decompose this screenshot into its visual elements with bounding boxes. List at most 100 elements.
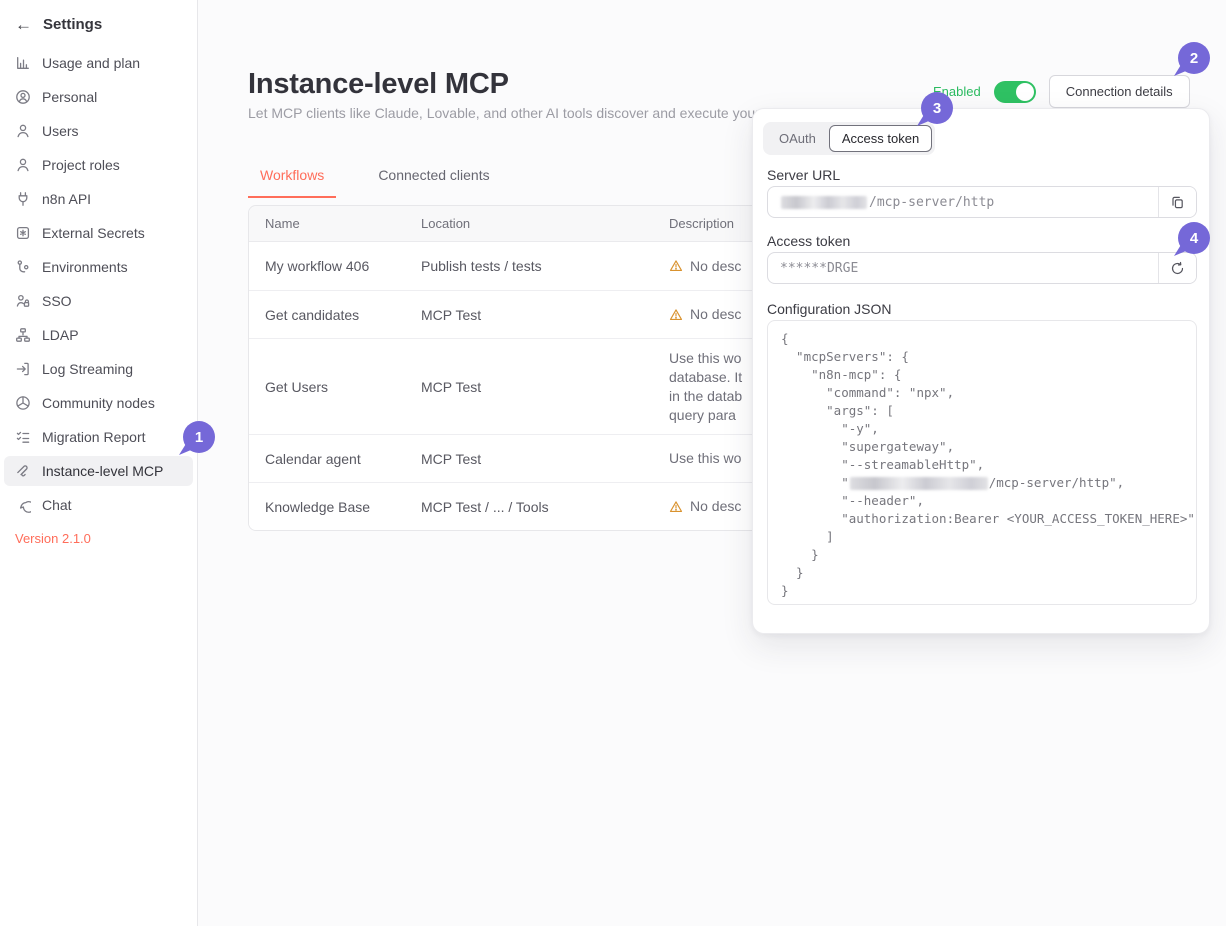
back-arrow-icon[interactable]: ← bbox=[15, 16, 32, 33]
server-url-label: Server URL bbox=[767, 167, 840, 183]
refresh-icon bbox=[1170, 261, 1185, 276]
vault-icon bbox=[15, 225, 31, 241]
redacted-server-host bbox=[781, 196, 867, 209]
config-json-line: "-y", bbox=[781, 420, 1183, 438]
sidebar-item-label: Personal bbox=[42, 89, 97, 105]
workflow-location: MCP Test bbox=[421, 451, 669, 467]
user-icon bbox=[15, 123, 31, 139]
annotation-badge-1: 1 bbox=[183, 421, 215, 453]
workflow-name: Knowledge Base bbox=[249, 499, 421, 515]
workflow-name: Calendar agent bbox=[249, 451, 421, 467]
git-branch-icon bbox=[15, 259, 31, 275]
description-text: Use this wo bbox=[669, 449, 741, 468]
access-token-label: Access token bbox=[767, 233, 850, 249]
sidebar-item-label: SSO bbox=[42, 293, 72, 309]
user-circle-icon bbox=[15, 89, 31, 105]
config-json-line: "supergateway", bbox=[781, 438, 1183, 456]
sidebar-item-label: Log Streaming bbox=[42, 361, 133, 377]
sidebar-item-usage-and-plan[interactable]: Usage and plan bbox=[4, 48, 193, 78]
settings-sidebar: ← Settings Usage and plan Personal Users Pr… bbox=[0, 0, 198, 926]
tab-workflows[interactable]: Workflows bbox=[248, 161, 336, 198]
configuration-json-box: { "mcpServers": { "n8n-mcp": { "command"… bbox=[767, 320, 1197, 605]
sidebar-item-label: Migration Report bbox=[42, 429, 146, 445]
tab-access-token[interactable]: Access token bbox=[829, 125, 932, 152]
enabled-toggle[interactable] bbox=[994, 81, 1036, 103]
annotation-badge-2: 2 bbox=[1178, 42, 1210, 74]
sidebar-item-label: Environments bbox=[42, 259, 128, 275]
description-text: No desc bbox=[690, 305, 741, 324]
warning-icon bbox=[669, 308, 683, 322]
config-json-line: { bbox=[781, 330, 1183, 348]
tab-oauth[interactable]: OAuth bbox=[766, 125, 829, 152]
sidebar-item-label: LDAP bbox=[42, 327, 79, 343]
sidebar-item-community-nodes[interactable]: Community nodes bbox=[4, 388, 193, 418]
annotation-badge-3: 3 bbox=[921, 92, 953, 124]
config-json-line: ] bbox=[781, 528, 1183, 546]
page-description: Let MCP clients like Claude, Lovable, an… bbox=[248, 105, 801, 121]
column-header-name: Name bbox=[249, 216, 421, 231]
config-json-line: "command": "npx", bbox=[781, 384, 1183, 402]
sidebar-nav: Usage and plan Personal Users Project roles… bbox=[0, 48, 197, 520]
sidebar-item-project-roles[interactable]: Project roles bbox=[4, 150, 193, 180]
workflow-name: My workflow 406 bbox=[249, 258, 421, 274]
user-icon bbox=[15, 157, 31, 173]
config-json-line: "args": [ bbox=[781, 402, 1183, 420]
chat-icon bbox=[15, 497, 31, 513]
workflow-location: MCP Test bbox=[421, 307, 669, 323]
config-json-line: "/mcp-server/http", bbox=[781, 474, 1183, 492]
sidebar-item-chat[interactable]: Chat bbox=[4, 490, 193, 520]
page-title: Instance-level MCP bbox=[248, 68, 509, 101]
sidebar-item-users[interactable]: Users bbox=[4, 116, 193, 146]
sidebar-item-label: n8n API bbox=[42, 191, 91, 207]
sidebar-item-external-secrets[interactable]: External Secrets bbox=[4, 218, 193, 248]
server-url-field[interactable]: /mcp-server/http bbox=[767, 186, 1197, 218]
sidebar-item-label: External Secrets bbox=[42, 225, 145, 241]
sidebar-item-label: Chat bbox=[42, 497, 72, 513]
workflow-name: Get Users bbox=[249, 379, 421, 395]
warning-icon bbox=[669, 259, 683, 273]
workflow-name: Get candidates bbox=[249, 307, 421, 323]
description-text: No desc bbox=[690, 497, 741, 516]
workflow-location: MCP Test bbox=[421, 379, 669, 395]
version-label: Version 2.1.0 bbox=[15, 531, 91, 546]
mcp-icon bbox=[15, 463, 31, 479]
sidebar-item-migration-report[interactable]: Migration Report bbox=[4, 422, 193, 452]
config-json-line: } bbox=[781, 546, 1183, 564]
server-url-value: /mcp-server/http bbox=[768, 187, 1158, 217]
workflow-location: Publish tests / tests bbox=[421, 258, 669, 274]
redacted-server-host bbox=[850, 477, 988, 490]
globe-icon bbox=[15, 395, 31, 411]
auth-method-switch: OAuth Access token bbox=[763, 122, 935, 155]
sidebar-item-sso[interactable]: SSO bbox=[4, 286, 193, 316]
config-json-line: "authorization:Bearer <YOUR_ACCESS_TOKEN… bbox=[781, 510, 1183, 528]
plug-icon bbox=[15, 191, 31, 207]
sidebar-item-personal[interactable]: Personal bbox=[4, 82, 193, 112]
annotation-badge-4: 4 bbox=[1178, 222, 1210, 254]
copy-icon bbox=[1170, 195, 1185, 210]
sidebar-item-label: Project roles bbox=[42, 157, 120, 173]
connection-details-button[interactable]: Connection details bbox=[1049, 75, 1190, 108]
workflow-location: MCP Test / ... / Tools bbox=[421, 499, 669, 515]
config-json-line: } bbox=[781, 564, 1183, 582]
sidebar-header: ← Settings bbox=[0, 0, 197, 44]
copy-server-url-button[interactable] bbox=[1158, 187, 1196, 217]
sidebar-item-instance-level-mcp[interactable]: Instance-level MCP bbox=[4, 456, 193, 486]
bar-chart-icon bbox=[15, 55, 31, 71]
description-text: No desc bbox=[690, 257, 741, 276]
sidebar-item-n8n-api[interactable]: n8n API bbox=[4, 184, 193, 214]
configuration-json-label: Configuration JSON bbox=[767, 301, 892, 317]
refresh-token-button[interactable] bbox=[1158, 253, 1196, 283]
hierarchy-icon bbox=[15, 327, 31, 343]
log-stream-icon bbox=[15, 361, 31, 377]
sidebar-item-label: Users bbox=[42, 123, 79, 139]
sidebar-item-label: Usage and plan bbox=[42, 55, 140, 71]
tab-connected-clients[interactable]: Connected clients bbox=[366, 161, 501, 198]
config-json-line: "mcpServers": { bbox=[781, 348, 1183, 366]
access-token-field[interactable]: ******DRGE bbox=[767, 252, 1197, 284]
sidebar-item-ldap[interactable]: LDAP bbox=[4, 320, 193, 350]
access-token-value: ******DRGE bbox=[768, 253, 1158, 283]
header-controls: Enabled Connection details bbox=[933, 75, 1190, 108]
config-json-line: "n8n-mcp": { bbox=[781, 366, 1183, 384]
sidebar-item-log-streaming[interactable]: Log Streaming bbox=[4, 354, 193, 384]
sidebar-item-environments[interactable]: Environments bbox=[4, 252, 193, 282]
